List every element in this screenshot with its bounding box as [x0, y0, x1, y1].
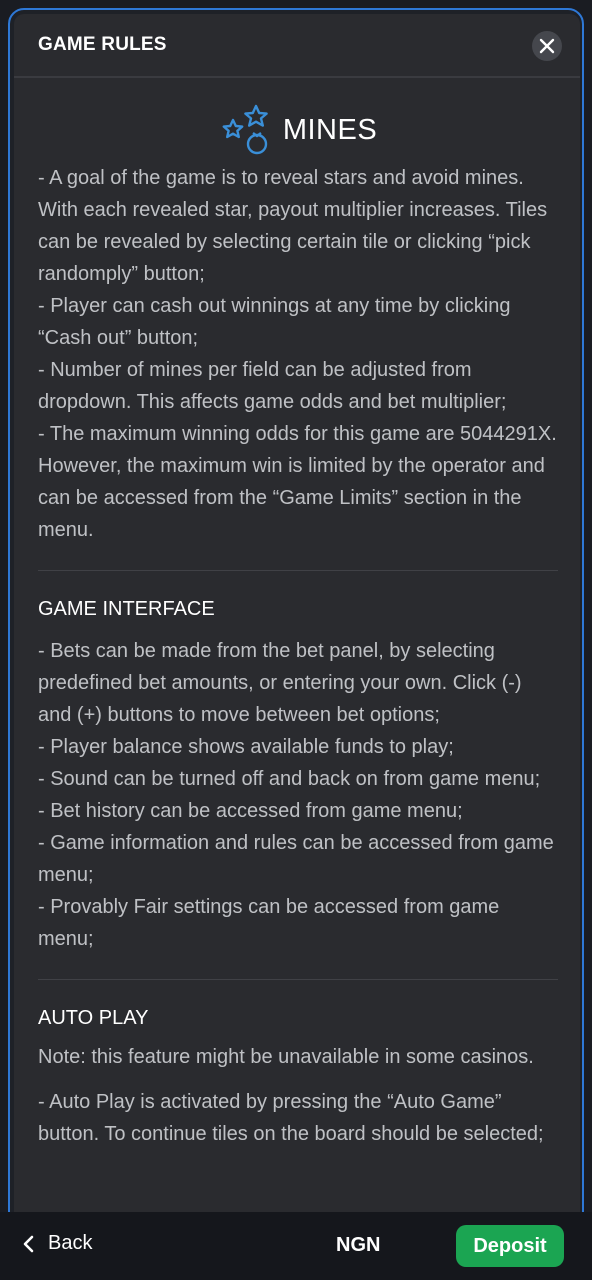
interface-item-info: - Game information and rules can be acce… [38, 832, 554, 886]
section-title-auto-play: AUTO PLAY [38, 1007, 149, 1029]
game-title-row: MINES [38, 98, 558, 162]
rules-content: MINES - A goal of the game is to reveal … [38, 78, 558, 1150]
mines-stars-icon [222, 104, 268, 155]
chevron-left-icon [23, 1235, 34, 1252]
rule-goal: - A goal of the game is to reveal stars … [38, 167, 548, 285]
rule-mines-dropdown: - Number of mines per field can be adjus… [38, 359, 507, 413]
deposit-button[interactable]: Deposit [456, 1225, 564, 1267]
interface-item-bets: - Bets can be made from the bet panel, b… [38, 640, 522, 726]
interface-item-balance: - Player balance shows available funds t… [38, 736, 454, 758]
rule-cashout: - Player can cash out winnings at any ti… [38, 295, 511, 349]
interface-item-provably-fair: - Provably Fair settings can be accessed… [38, 896, 500, 950]
section-divider [38, 570, 558, 571]
close-icon [539, 38, 555, 54]
autoplay-item-activate: - Auto Play is activated by pressing the… [38, 1091, 544, 1145]
game-rules-modal: GAME RULES MINES - A goal of the game is… [14, 14, 580, 1224]
interface-item-sound: - Sound can be turned off and back on fr… [38, 768, 541, 790]
back-label: Back [48, 1232, 93, 1254]
modal-header: GAME RULES [14, 14, 580, 78]
currency-label: NGN [336, 1234, 381, 1256]
game-title: MINES [282, 113, 378, 146]
section-divider [38, 979, 558, 980]
modal-title: GAME RULES [38, 34, 167, 55]
section-title-game-interface: GAME INTERFACE [38, 598, 215, 620]
back-button[interactable]: Back [22, 1232, 92, 1255]
autoplay-note: Note: this feature might be unavailable … [38, 1046, 534, 1068]
rule-max-odds: - The maximum winning odds for this game… [38, 423, 557, 541]
bottom-bar: Back NGN Deposit [0, 1212, 592, 1280]
interface-item-history: - Bet history can be accessed from game … [38, 800, 463, 822]
close-button[interactable] [532, 31, 562, 61]
